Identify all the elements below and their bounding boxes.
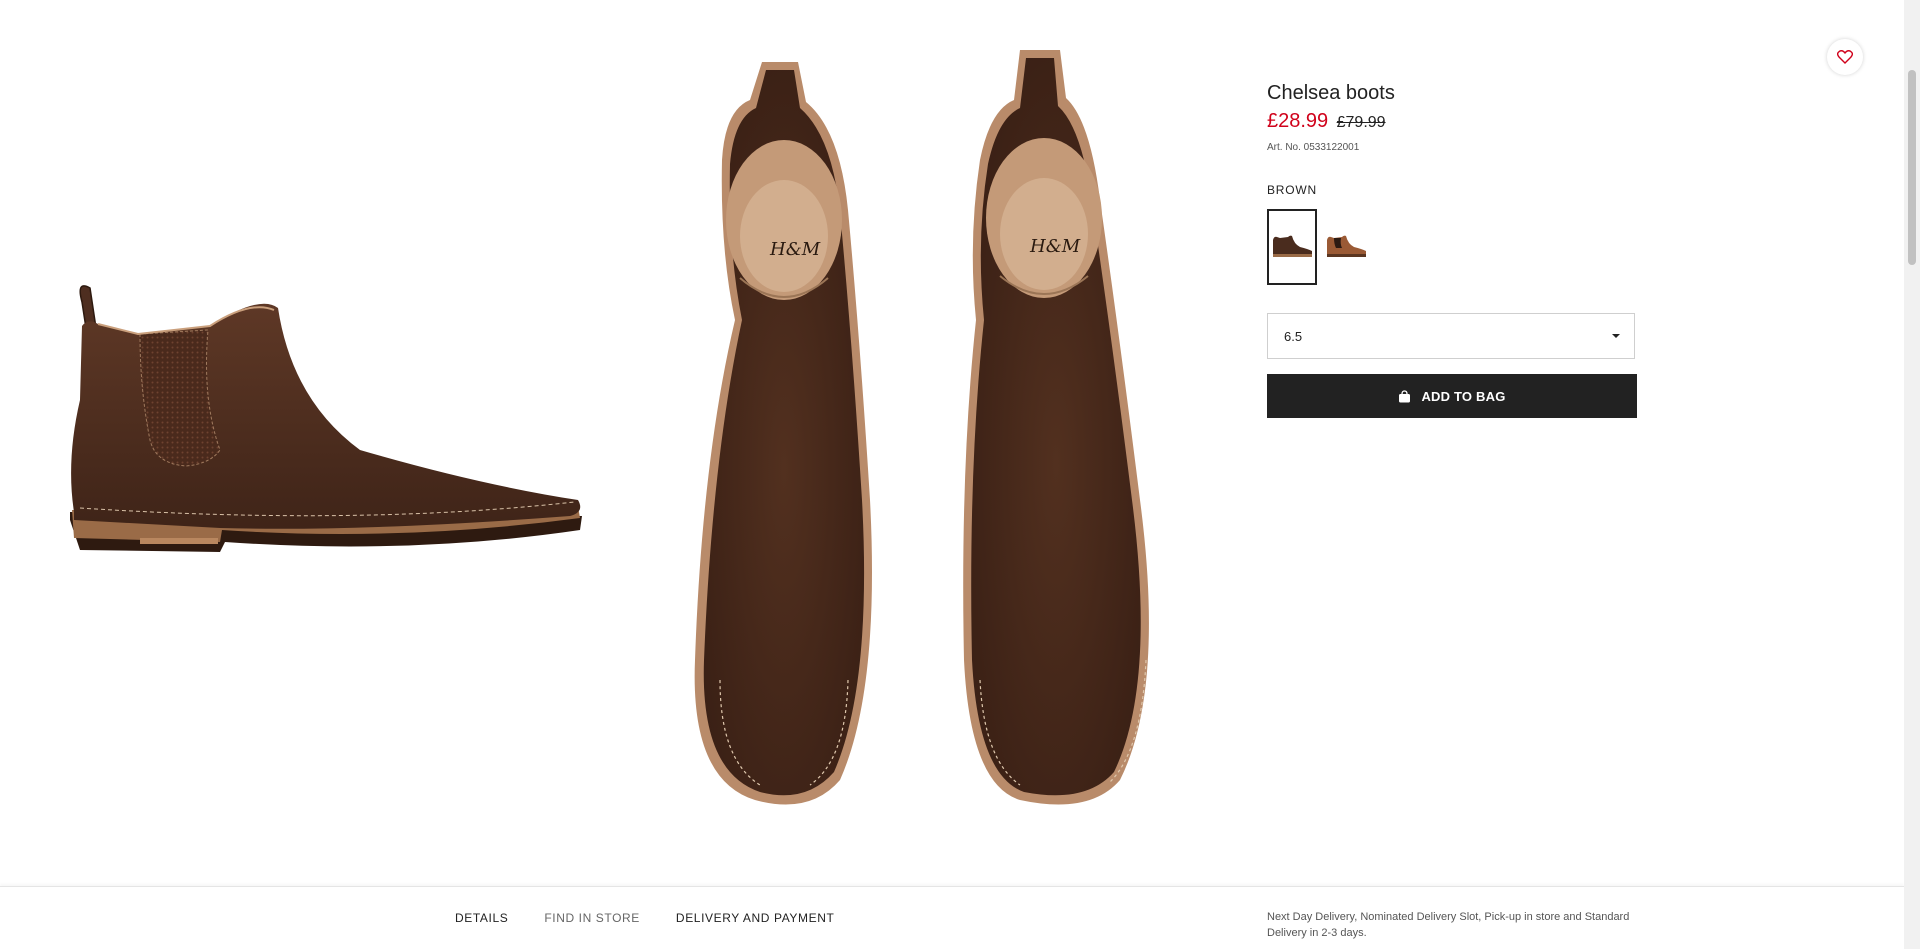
color-label: BROWN bbox=[1267, 183, 1317, 197]
add-to-bag-button[interactable]: ADD TO BAG bbox=[1267, 374, 1637, 418]
color-swatches bbox=[1267, 209, 1637, 285]
boot-thumbnail-cognac bbox=[1327, 235, 1366, 257]
left-boot-shape: H&M bbox=[694, 62, 872, 805]
heart-icon bbox=[1837, 50, 1853, 64]
caret-down-icon bbox=[1612, 334, 1620, 338]
product-page: H&M H&M Chelsea boots £28.99 £79.99 Art.… bbox=[0, 0, 1920, 949]
sale-price: £28.99 bbox=[1267, 110, 1329, 132]
swatch-brown[interactable] bbox=[1267, 209, 1317, 285]
add-to-bag-label: ADD TO BAG bbox=[1421, 388, 1506, 404]
product-info-panel: Chelsea boots £28.99 £79.99 Art. No. 053… bbox=[1267, 80, 1637, 418]
boot-thumbnail-brown bbox=[1273, 235, 1312, 257]
page-scrollbar[interactable] bbox=[1904, 0, 1920, 949]
right-boot-shape: H&M bbox=[963, 50, 1149, 805]
swatch-cognac[interactable] bbox=[1321, 209, 1371, 285]
price-row: £28.99 £79.99 bbox=[1267, 108, 1637, 136]
product-title: Chelsea boots bbox=[1267, 82, 1395, 104]
original-price: £79.99 bbox=[1336, 114, 1386, 131]
brand-mark-right: H&M bbox=[1029, 236, 1081, 257]
article-number: Art. No. 0533122001 bbox=[1267, 142, 1360, 153]
tab-delivery-and-payment[interactable]: DELIVERY AND PAYMENT bbox=[676, 911, 835, 925]
size-dropdown[interactable]: 6.5 bbox=[1267, 313, 1635, 359]
tab-find-in-store[interactable]: FIND IN STORE bbox=[544, 911, 640, 925]
brand-mark-left: H&M bbox=[769, 239, 821, 260]
product-tabs-bar: DETAILS FIND IN STORE DELIVERY AND PAYME… bbox=[0, 886, 1904, 949]
boot-side-view-image[interactable] bbox=[60, 280, 600, 580]
boots-top-view-image[interactable]: H&M H&M bbox=[680, 40, 1200, 820]
tab-details[interactable]: DETAILS bbox=[455, 911, 508, 925]
delivery-note: Next Day Delivery, Nominated Delivery Sl… bbox=[1267, 911, 1630, 939]
scrollbar-thumb[interactable] bbox=[1908, 70, 1916, 265]
shopping-bag-icon bbox=[1399, 389, 1411, 402]
tabs: DETAILS FIND IN STORE DELIVERY AND PAYME… bbox=[455, 911, 870, 925]
favorite-button[interactable] bbox=[1827, 39, 1863, 75]
size-value: 6.5 bbox=[1284, 328, 1303, 344]
